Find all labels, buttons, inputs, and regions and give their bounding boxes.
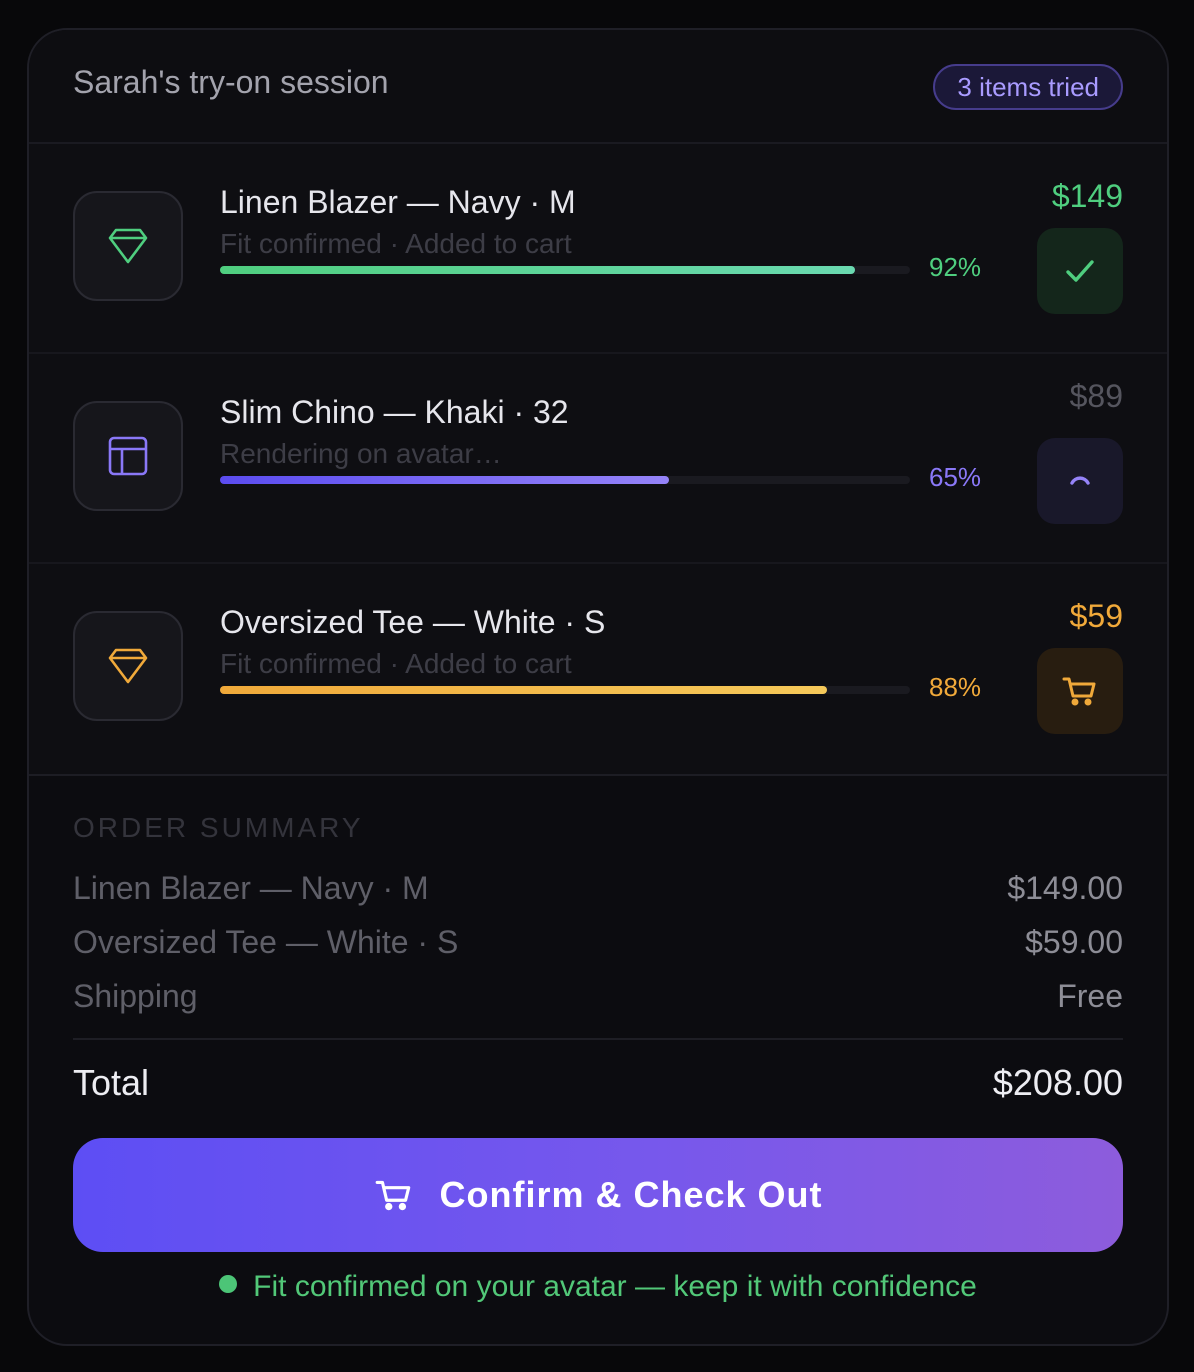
summary-line-label: Linen Blazer — Navy · M — [73, 870, 429, 906]
fit-progress-track — [220, 476, 910, 484]
fit-progress-track — [220, 266, 910, 274]
item-price: $59 — [1069, 598, 1123, 634]
tried-items-list: Linen Blazer — Navy · M Fit confirmed · … — [29, 144, 1167, 776]
checkout-button[interactable]: Confirm & Check Out — [73, 1138, 1123, 1252]
layout-icon — [73, 401, 183, 511]
summary-line-label: Oversized Tee — White · S — [73, 924, 459, 960]
list-item[interactable]: Linen Blazer — Navy · M Fit confirmed · … — [29, 144, 1167, 354]
summary-line-value: Free — [1057, 978, 1123, 1014]
summary-line-value: $59.00 — [1025, 924, 1123, 960]
spinner-icon — [1070, 476, 1090, 485]
try-on-session-card: Sarah's try-on session 3 items tried Lin… — [27, 28, 1169, 1346]
fit-progress-fill — [220, 266, 855, 274]
summary-line-value: $149.00 — [1007, 870, 1123, 906]
item-status: Fit confirmed · Added to cart — [220, 648, 572, 679]
order-summary: ORDER SUMMARY Linen Blazer — Navy · M $1… — [29, 776, 1167, 1344]
item-status: Rendering on avatar… — [220, 438, 502, 469]
item-price: $89 — [1069, 378, 1123, 414]
diamond-icon — [73, 611, 183, 721]
summary-line: Shipping Free — [73, 978, 1123, 1015]
fit-progress-track — [220, 686, 910, 694]
list-item[interactable]: Slim Chino — Khaki · 32 Rendering on ava… — [29, 354, 1167, 564]
checkout-button-label: Confirm & Check Out — [439, 1174, 823, 1215]
session-title: Sarah's try-on session — [73, 64, 389, 100]
fit-confirmation-note: Fit confirmed on your avatar — keep it w… — [29, 1270, 1167, 1304]
order-summary-label: ORDER SUMMARY — [73, 812, 364, 843]
diamond-icon — [73, 191, 183, 301]
in-cart-button[interactable] — [1037, 648, 1123, 734]
check-icon — [1066, 260, 1094, 282]
cart-icon — [1062, 677, 1096, 706]
total-value: $208.00 — [992, 1062, 1123, 1103]
item-status: Fit confirmed · Added to cart — [220, 228, 572, 259]
fit-confirmation-text: Fit confirmed on your avatar — keep it w… — [253, 1270, 977, 1303]
fit-percent: 88% — [929, 672, 982, 702]
summary-divider — [73, 1038, 1123, 1040]
item-name: Slim Chino — Khaki · 32 — [220, 394, 569, 430]
item-name: Oversized Tee — White · S — [220, 604, 606, 640]
total-row: Total $208.00 — [73, 1062, 1123, 1104]
fit-progress-fill — [220, 476, 669, 484]
fit-progress-fill — [220, 686, 828, 694]
item-name: Linen Blazer — Navy · M — [220, 184, 576, 220]
fit-percent: 92% — [929, 252, 982, 282]
cart-icon — [376, 1180, 411, 1211]
rendering-status-button[interactable] — [1037, 438, 1123, 524]
fit-percent: 65% — [929, 462, 982, 492]
total-label: Total — [73, 1062, 150, 1103]
list-item[interactable]: Oversized Tee — White · S Fit confirmed … — [29, 564, 1167, 776]
confirm-fit-button[interactable] — [1037, 228, 1123, 314]
summary-line: Linen Blazer — Navy · M $149.00 — [73, 870, 1123, 907]
session-header: Sarah's try-on session 3 items tried — [29, 30, 1167, 144]
status-dot-icon — [219, 1275, 238, 1293]
items-tried-badge: 3 items tried — [933, 64, 1123, 110]
summary-line: Oversized Tee — White · S $59.00 — [73, 924, 1123, 961]
summary-line-label: Shipping — [73, 978, 198, 1014]
item-price: $149 — [1051, 178, 1123, 214]
